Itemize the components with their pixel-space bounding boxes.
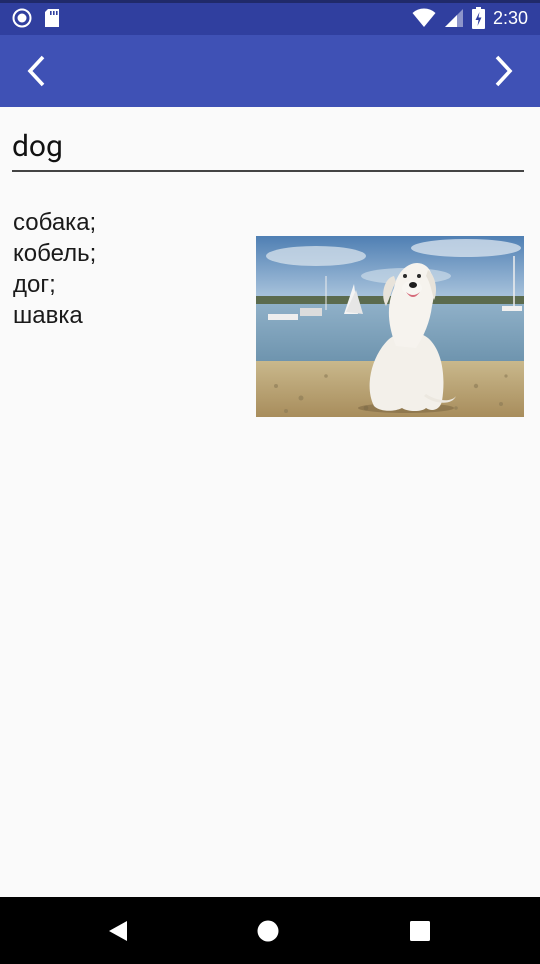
- status-bar: 2:30: [0, 0, 540, 35]
- status-right-icons: 2:30: [412, 7, 528, 29]
- screen: 2:30 собака; кобель; дог; шавка: [0, 0, 540, 964]
- sd-card-icon: [45, 9, 59, 27]
- system-back-button[interactable]: [68, 897, 168, 964]
- status-bar-edge: [0, 0, 540, 3]
- wifi-icon: [412, 8, 436, 27]
- prev-button[interactable]: [0, 35, 72, 107]
- sync-circle-icon: [12, 8, 32, 28]
- back-triangle-icon: [109, 920, 127, 941]
- word-image: [256, 236, 524, 417]
- system-nav-bar: [0, 897, 540, 964]
- dog-on-beach-image: [256, 236, 524, 417]
- word-input[interactable]: [12, 122, 524, 172]
- translation-item: дог;: [13, 271, 56, 298]
- chevron-left-icon: [27, 55, 45, 87]
- system-recents-button[interactable]: [370, 897, 470, 964]
- translation-item: кобель;: [13, 240, 97, 267]
- status-left-icons: [12, 8, 60, 28]
- status-time: 2:30: [492, 8, 528, 28]
- battery-charging-icon: [471, 7, 485, 29]
- translation-item: шавка: [13, 302, 83, 329]
- translation-item: собака;: [13, 209, 97, 236]
- recents-square-icon: [410, 920, 430, 941]
- translation-list: собака; кобель; дог; шавка: [13, 207, 243, 331]
- next-button[interactable]: [468, 35, 540, 107]
- chevron-right-icon: [495, 55, 513, 87]
- cell-signal-icon: [444, 9, 463, 27]
- home-circle-icon: [257, 920, 279, 941]
- system-home-button[interactable]: [218, 897, 318, 964]
- app-bar: [0, 35, 540, 107]
